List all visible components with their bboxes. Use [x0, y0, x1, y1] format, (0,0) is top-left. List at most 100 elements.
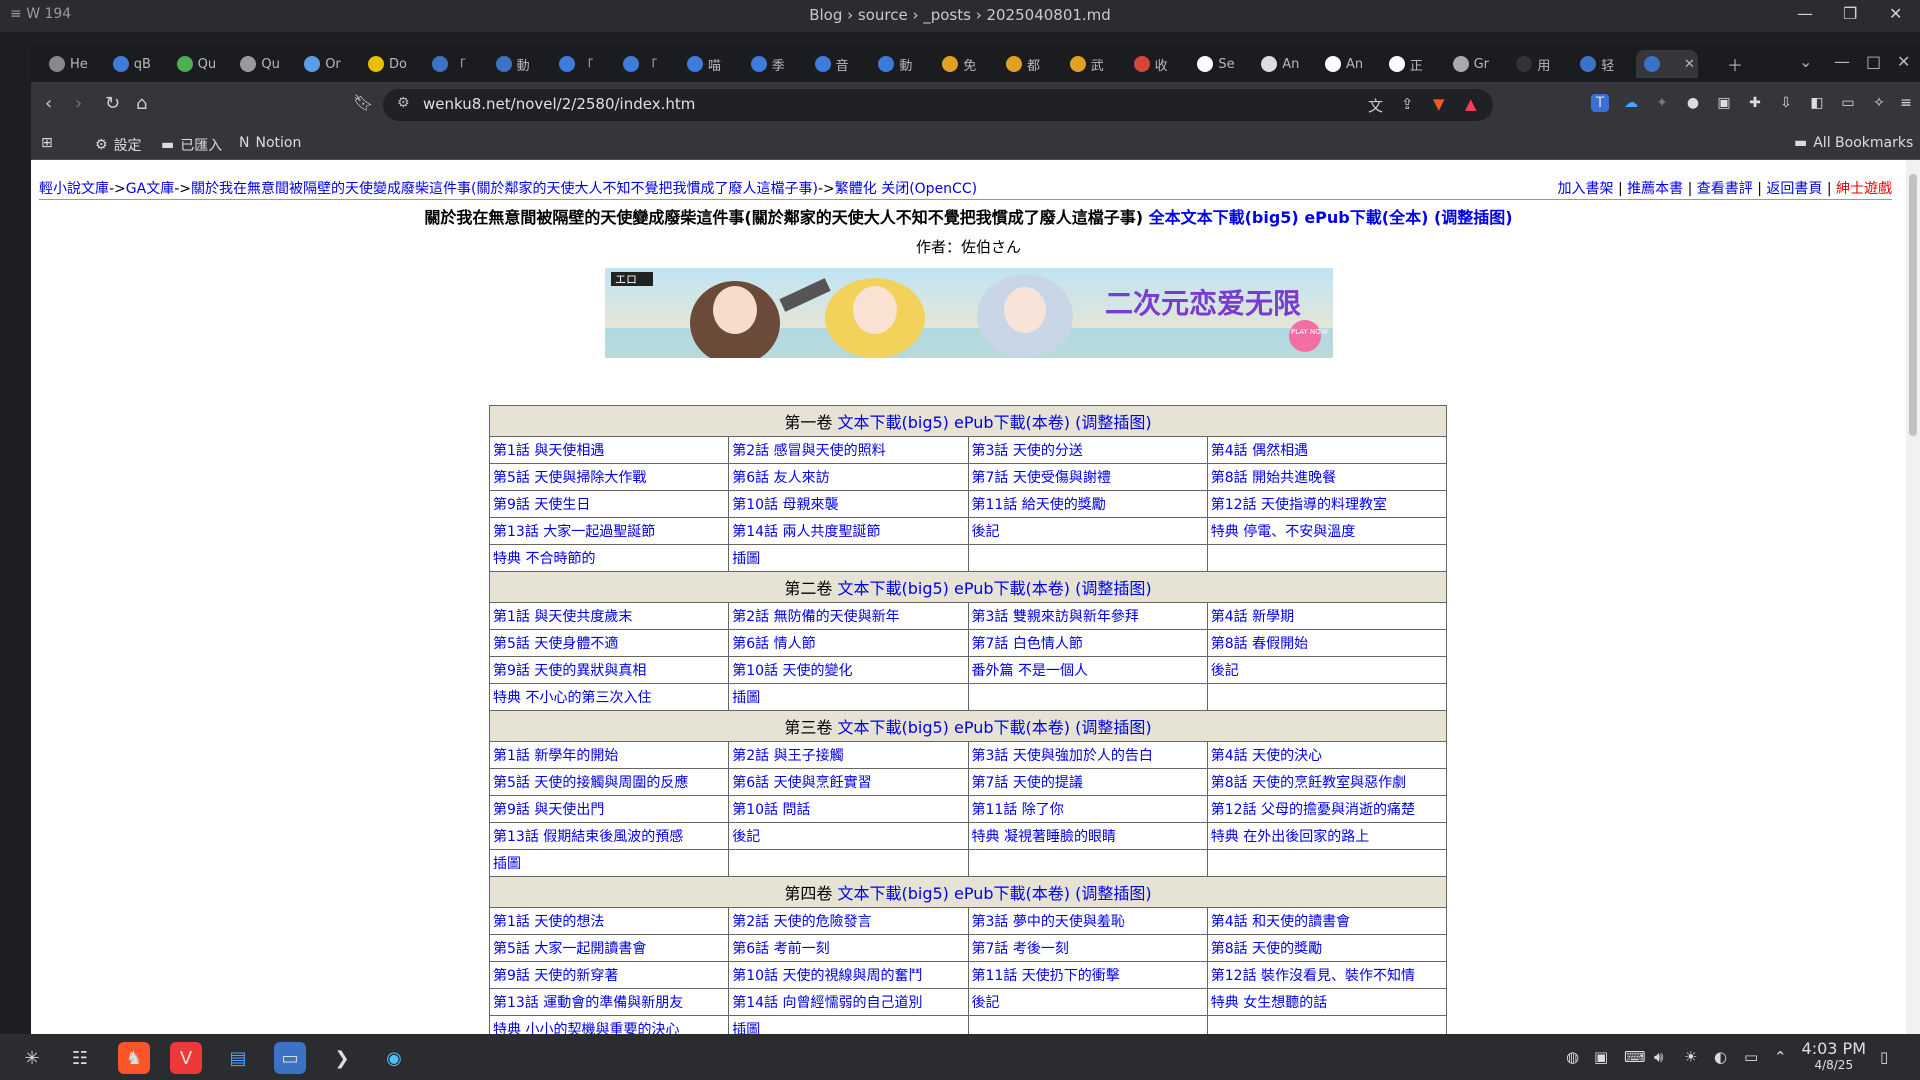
browser-maximize-icon[interactable]: □	[1866, 52, 1881, 71]
browser-tab[interactable]: 用	[1508, 50, 1570, 78]
browser-tab[interactable]: 動	[870, 50, 932, 78]
volume-text-download-link[interactable]: 文本下載(big5)	[837, 579, 948, 598]
chapter-link[interactable]: 第6話 考前一刻	[732, 941, 829, 957]
chapter-link[interactable]: 第10話 天使的變化	[732, 663, 852, 679]
chapter-link[interactable]: 第4話 新學期	[1211, 609, 1294, 625]
chapter-link[interactable]: 第6話 天使與烹飪實習	[732, 775, 871, 791]
browser-close-icon[interactable]: ✕	[1897, 52, 1910, 71]
chapter-link[interactable]: 特典 凝視著睡臉的眼睛	[972, 829, 1116, 845]
chapter-link[interactable]: 第4話 和天使的讀書會	[1211, 914, 1350, 930]
forward-icon[interactable]: ›	[75, 93, 82, 114]
browser-tab[interactable]: An	[1317, 50, 1379, 78]
chapter-link[interactable]: 第5話 大家一起開讀書會	[493, 941, 646, 957]
system-clock[interactable]: 4:03 PM 4/8/25	[1802, 1039, 1866, 1072]
restore-icon[interactable]: ❐	[1843, 4, 1857, 23]
chapter-link[interactable]: 第6話 友人來訪	[732, 470, 829, 486]
vivaldi-icon[interactable]: V	[170, 1042, 202, 1074]
chapter-link[interactable]: 特典 在外出後回家的路上	[1211, 829, 1369, 845]
apps-grid-icon[interactable]: ⊞	[41, 135, 53, 151]
chapter-link[interactable]: 後記	[732, 829, 760, 845]
full-text-download-link[interactable]: 全本文本下載(big5)	[1149, 208, 1299, 227]
browser-tab[interactable]: 動	[488, 50, 550, 78]
bookmark-imported[interactable]: ▬ 已匯入	[161, 135, 222, 155]
chapter-link[interactable]: 插圖	[732, 551, 760, 567]
minimize-icon[interactable]: —	[1797, 4, 1813, 23]
volume-fix-illustrations-link[interactable]: (调整插图)	[1075, 718, 1152, 737]
volume-fix-illustrations-link[interactable]: (调整插图)	[1075, 413, 1152, 432]
address-bar[interactable]: ⚙ wenku8.net/novel/2/2580/index.htm 文 ⇪ …	[383, 89, 1493, 121]
terminal-icon[interactable]: ❯	[326, 1042, 358, 1074]
chapter-link[interactable]: 第7話 天使的提議	[972, 775, 1083, 791]
leo-icon[interactable]: ✧	[1870, 94, 1888, 112]
volume-icon[interactable]: 🔊︎	[1654, 1048, 1663, 1066]
chapter-link[interactable]: 第5話 天使與掃除大作戰	[493, 470, 646, 486]
browser-tab[interactable]: He	[41, 50, 103, 78]
reload-icon[interactable]: ↻	[105, 93, 120, 114]
chapter-link[interactable]: 第8話 天使的獎勵	[1211, 941, 1322, 957]
volume-text-download-link[interactable]: 文本下載(big5)	[837, 413, 948, 432]
keyboard-icon[interactable]: ⌨	[1624, 1048, 1646, 1066]
trad-chinese-link[interactable]: 繁體化	[835, 181, 877, 197]
crumb-ga-link[interactable]: GA文庫	[126, 181, 174, 197]
tray-expand-icon[interactable]: ⌃	[1774, 1048, 1787, 1066]
chapter-link[interactable]: 第5話 天使的接觸與周圍的反應	[493, 775, 688, 791]
browser-minimize-icon[interactable]: —	[1834, 52, 1850, 71]
close-icon[interactable]: ✕	[1889, 4, 1902, 23]
brave-shields-icon[interactable]: ▼	[1433, 95, 1445, 113]
volume-epub-download-link[interactable]: ePub下載(本卷)	[954, 579, 1070, 598]
chapter-link[interactable]: 第3話 雙親來訪與新年參拜	[972, 609, 1139, 625]
volume-epub-download-link[interactable]: ePub下載(本卷)	[954, 413, 1070, 432]
brightness-icon[interactable]: ☀	[1684, 1048, 1697, 1066]
chapter-link[interactable]: 第12話 裝作沒看見、裝作不知情	[1211, 968, 1415, 984]
chapter-link[interactable]: 後記	[972, 995, 1000, 1011]
wallet-icon[interactable]: ▭	[1839, 94, 1857, 112]
browser-tab[interactable]: Or	[296, 50, 358, 78]
volume-epub-download-link[interactable]: ePub下載(本卷)	[954, 718, 1070, 737]
browser-tab[interactable]: Do	[360, 50, 422, 78]
chapter-link[interactable]: 第1話 天使的想法	[493, 914, 604, 930]
chapter-link[interactable]: 第14話 兩人共度聖誕節	[732, 524, 880, 540]
chapter-link[interactable]: 特典 女生想聽的話	[1211, 995, 1327, 1011]
translate-icon[interactable]: 文	[1368, 95, 1383, 116]
bookmark-icon[interactable]: 🔖︎	[353, 93, 373, 112]
chapter-link[interactable]: 第2話 天使的危險發言	[732, 914, 871, 930]
chapter-link[interactable]: 第6話 情人節	[732, 636, 815, 652]
recommend-link[interactable]: 推薦本書	[1627, 181, 1683, 197]
chapter-link[interactable]: 第11話 天使扔下的衝擊	[972, 968, 1120, 984]
back-icon[interactable]: ‹	[45, 93, 52, 114]
home-icon[interactable]: ⌂	[136, 93, 147, 114]
browser-tab[interactable]: Qu	[232, 50, 294, 78]
browser-tab[interactable]: 都	[998, 50, 1060, 78]
browser-tab[interactable]: 轻	[1572, 50, 1634, 78]
chapter-link[interactable]: 第3話 夢中的天使與羞恥	[972, 914, 1125, 930]
display-icon[interactable]: ▭	[1744, 1048, 1758, 1066]
vpn-icon[interactable]: ◍	[1566, 1048, 1579, 1066]
bookmark-settings[interactable]: ⚙ 設定	[95, 135, 142, 155]
browser-tab[interactable]: 季	[743, 50, 805, 78]
chapter-link[interactable]: 第1話 新學年的開始	[493, 748, 618, 764]
site-info-icon[interactable]: ⚙	[397, 95, 410, 111]
browser-tab[interactable]: qB	[105, 50, 167, 78]
crumb-title-link[interactable]: 關於我在無意間被隔壁的天使變成廢柴這件事(關於鄰家的天使大人不知不覺把我慣成了廢…	[191, 181, 818, 197]
browser-tab[interactable]: 「	[615, 50, 677, 78]
browser-tab[interactable]: Qu	[169, 50, 231, 78]
browser-tab[interactable]: 收	[1126, 50, 1188, 78]
chapter-link[interactable]: 第11話 除了你	[972, 802, 1064, 818]
browser-tab[interactable]: 免	[934, 50, 996, 78]
volume-fix-illustrations-link[interactable]: (调整插图)	[1075, 579, 1152, 598]
chapter-link[interactable]: 第12話 天使指導的料理教室	[1211, 497, 1387, 513]
chapter-link[interactable]: 特典 不合時節的	[493, 551, 595, 567]
extension-icon[interactable]: T	[1591, 94, 1609, 112]
chapter-link[interactable]: 第4話 偶然相遇	[1211, 443, 1308, 459]
browser-tab[interactable]: 「	[551, 50, 613, 78]
download-icon[interactable]: ⇩	[1777, 94, 1795, 112]
browser-tab[interactable]: 武	[1062, 50, 1124, 78]
chapter-link[interactable]: 第13話 假期結束後風波的預感	[493, 829, 683, 845]
add-shelf-link[interactable]: 加入書架	[1558, 181, 1614, 197]
chapter-link[interactable]: 第10話 問話	[732, 802, 810, 818]
chapter-link[interactable]: 第13話 大家一起過聖誕節	[493, 524, 655, 540]
share-icon[interactable]: ⇪	[1401, 95, 1414, 113]
volume-text-download-link[interactable]: 文本下載(big5)	[837, 718, 948, 737]
scrollbar-thumb[interactable]	[1909, 174, 1917, 436]
chapter-link[interactable]: 第14話 向曾經懦弱的自己道別	[732, 995, 922, 1011]
